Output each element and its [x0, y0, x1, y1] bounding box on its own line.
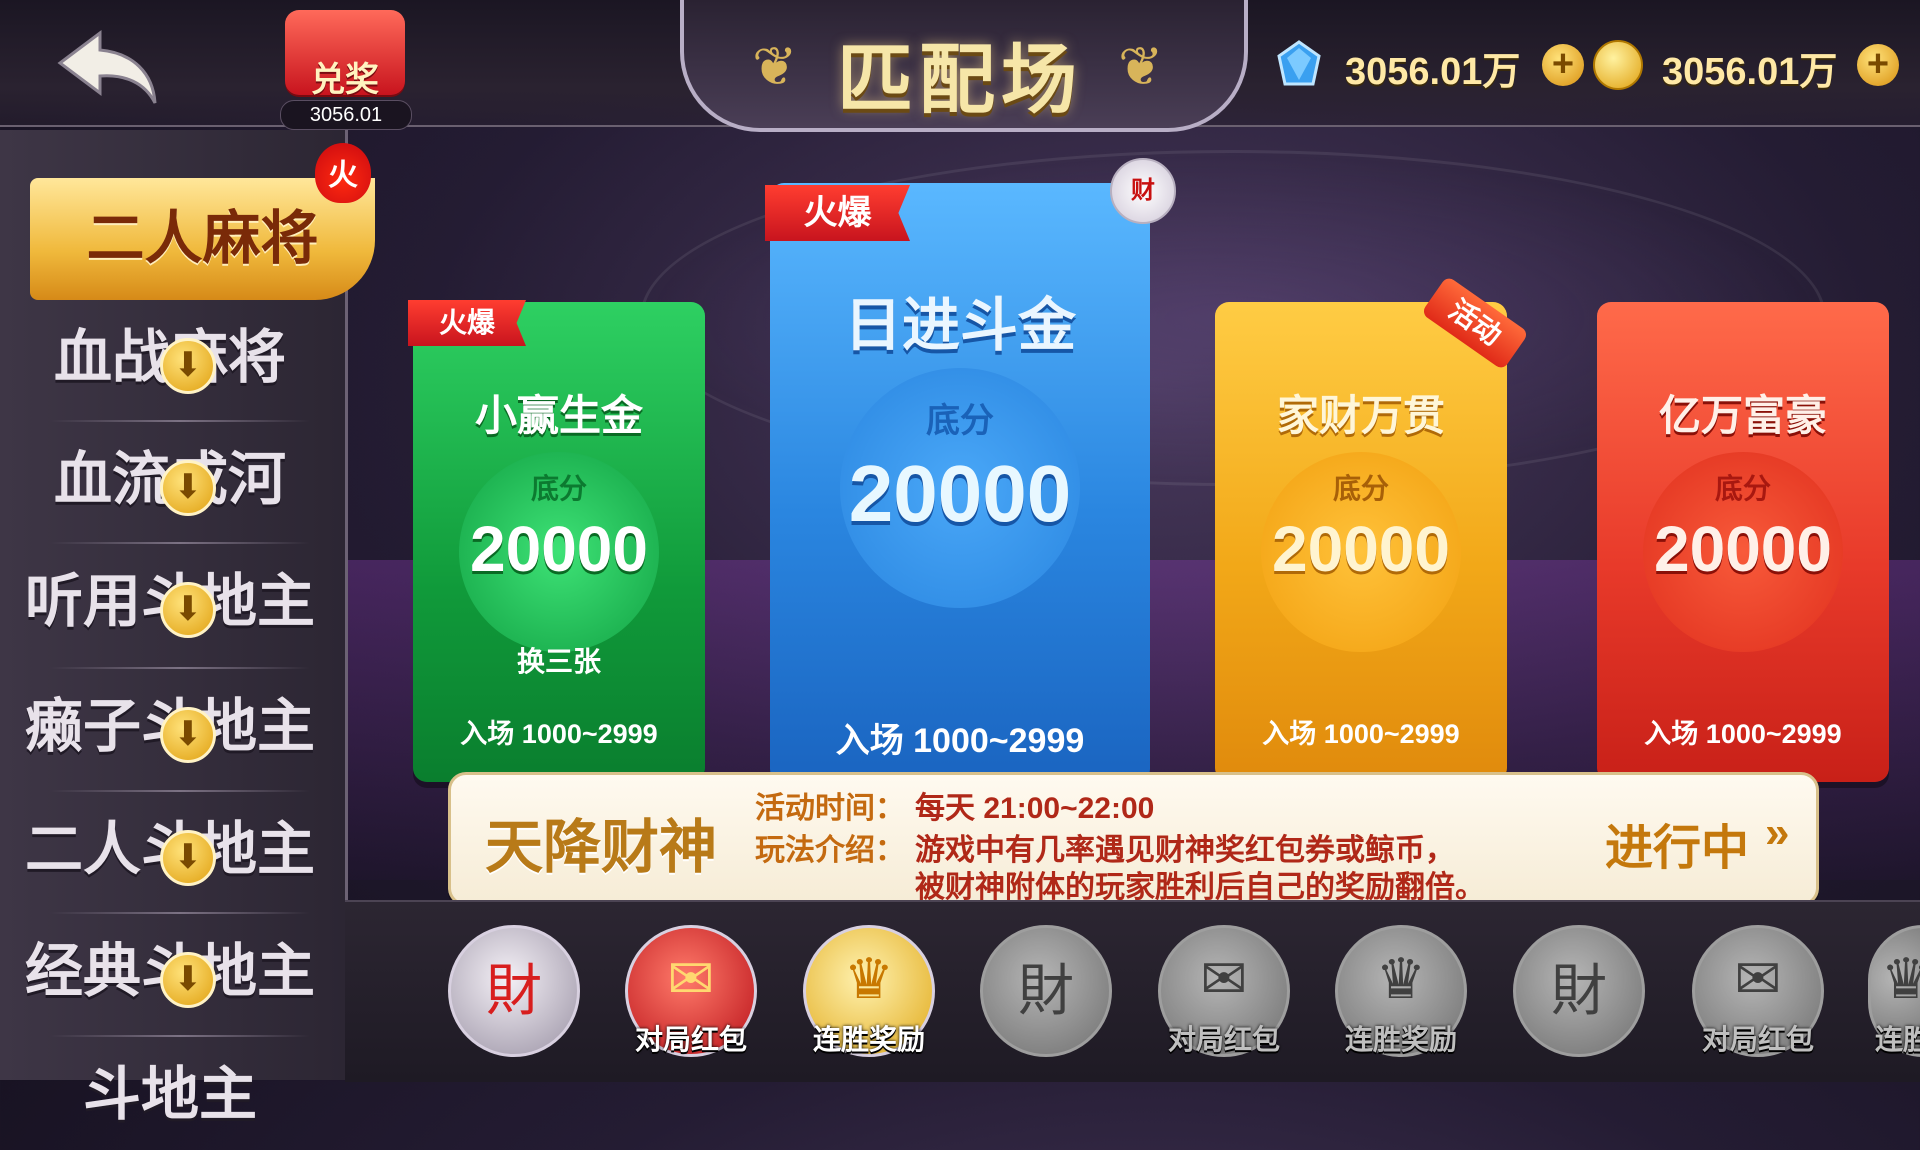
rule-label: 换三张: [516, 646, 601, 677]
god-of-wealth-icon: 财: [1110, 158, 1176, 224]
laurel-right-icon: ❦: [1118, 37, 1164, 97]
download-icon[interactable]: ⬇: [160, 338, 216, 394]
base-score-label: 底分: [530, 473, 587, 504]
add-gem-button[interactable]: +: [1542, 44, 1584, 86]
sidebar-item-label: 斗地主: [82, 1062, 257, 1127]
download-icon[interactable]: ⬇: [160, 952, 216, 1008]
divider: [50, 790, 310, 792]
base-score-label: 底分: [1332, 473, 1389, 504]
activity-label: 对局红包: [1167, 1024, 1280, 1055]
entry-range: 入场 1000~2999: [1644, 719, 1842, 749]
base-score-value: 20000: [848, 449, 1072, 538]
sidebar-item-label: 二人麻将: [86, 206, 319, 271]
room-card-daily-gold[interactable]: 日进斗金 底分 20000 入场 1000~2999: [770, 183, 1150, 783]
activity-win-streak[interactable]: ♛ 连胜奖励: [803, 925, 935, 1057]
download-icon[interactable]: ⬇: [160, 830, 216, 886]
base-score-value: 20000: [1654, 513, 1832, 585]
crown-icon: ♛: [1881, 947, 1920, 1010]
hot-ribbon: 火爆: [408, 300, 526, 346]
redeem-value: 3056.01: [280, 100, 412, 130]
activity-label: 对局红包: [1701, 1024, 1814, 1055]
entry-range: 入场 1000~2999: [1262, 719, 1460, 749]
card-name: 亿万富豪: [1658, 392, 1827, 439]
god-of-wealth-icon: 財: [486, 959, 542, 1022]
coin-icon: [1593, 40, 1643, 90]
activity-match-red-envelope[interactable]: ✉ 对局红包: [625, 925, 757, 1057]
sidebar-item-landlord[interactable]: 斗地主: [0, 1040, 340, 1150]
room-card-small-win[interactable]: 小赢生金 底分 20000 换三张 入场 1000~2999: [413, 302, 705, 782]
red-envelope-icon: ✉: [1200, 947, 1248, 1010]
activity-label: 对局红包: [634, 1024, 747, 1055]
activity-god-of-wealth-locked[interactable]: 財: [1513, 925, 1645, 1057]
back-button[interactable]: [45, 20, 175, 115]
event-desc-label: 玩法介绍：: [755, 834, 905, 867]
activity-god-of-wealth-locked[interactable]: 財: [980, 925, 1112, 1057]
entry-range: 入场 1000~2999: [460, 719, 658, 749]
activity-match-red-envelope-locked[interactable]: ✉ 对局红包: [1692, 925, 1824, 1057]
gem-balance: 3056.01万: [1345, 51, 1521, 93]
activity-match-red-envelope-locked[interactable]: ✉ 对局红包: [1158, 925, 1290, 1057]
red-envelope-icon: ✉: [667, 947, 715, 1010]
gem-icon: [1277, 40, 1321, 86]
god-of-wealth-icon: 財: [1551, 959, 1607, 1022]
card-name: 日进斗金: [843, 293, 1076, 358]
double-chevron-icon: »: [1765, 808, 1790, 857]
activity-label: 连胜奖励: [812, 1024, 925, 1055]
back-arrow-icon: [57, 29, 157, 104]
activity-win-streak-locked[interactable]: ♛ 连胜奖励: [1335, 925, 1467, 1057]
base-score-label: 底分: [1714, 473, 1771, 504]
room-card-billionaire[interactable]: 亿万富豪 底分 20000 入场 1000~2999: [1597, 302, 1889, 782]
divider: [50, 667, 310, 669]
activity-label: 连胜奖励: [1344, 1024, 1457, 1055]
crown-icon: ♛: [843, 947, 895, 1010]
entry-range: 入场 1000~2999: [835, 722, 1085, 760]
activity-label: 连胜: [1875, 1024, 1920, 1055]
event-time-value: 每天 21:00~22:00: [915, 792, 1155, 825]
divider: [50, 420, 310, 422]
hot-badge-icon: 火: [315, 143, 371, 203]
event-title: 天降财神: [485, 815, 718, 880]
download-icon[interactable]: ⬇: [160, 460, 216, 516]
coin-balance: 3056.01万: [1662, 51, 1838, 93]
card-name: 小赢生金: [474, 392, 643, 439]
event-status-button[interactable]: 进行中: [1605, 808, 1749, 878]
event-time-label: 活动时间：: [755, 792, 905, 825]
room-card-family-wealth[interactable]: 家财万贯 底分 20000 入场 1000~2999: [1215, 302, 1507, 782]
hot-ribbon: 火爆: [765, 185, 910, 241]
base-score-label: 底分: [926, 402, 994, 440]
base-score-value: 20000: [470, 513, 648, 585]
card-name: 家财万贯: [1276, 392, 1445, 439]
add-coin-button[interactable]: +: [1857, 44, 1899, 86]
crown-icon: ♛: [1375, 947, 1427, 1010]
red-envelope-icon: ✉: [1734, 947, 1782, 1010]
base-score-value: 20000: [1272, 513, 1450, 585]
god-of-wealth-icon: 財: [1018, 959, 1074, 1022]
divider: [50, 542, 310, 544]
download-icon[interactable]: ⬇: [160, 582, 216, 638]
activity-god-of-wealth[interactable]: 財: [448, 925, 580, 1057]
redeem-button[interactable]: 兑奖 3056.01: [275, 10, 415, 130]
divider: [50, 1035, 310, 1037]
redeem-label: 兑奖: [311, 61, 379, 99]
download-icon[interactable]: ⬇: [160, 707, 216, 763]
divider: [50, 912, 310, 914]
